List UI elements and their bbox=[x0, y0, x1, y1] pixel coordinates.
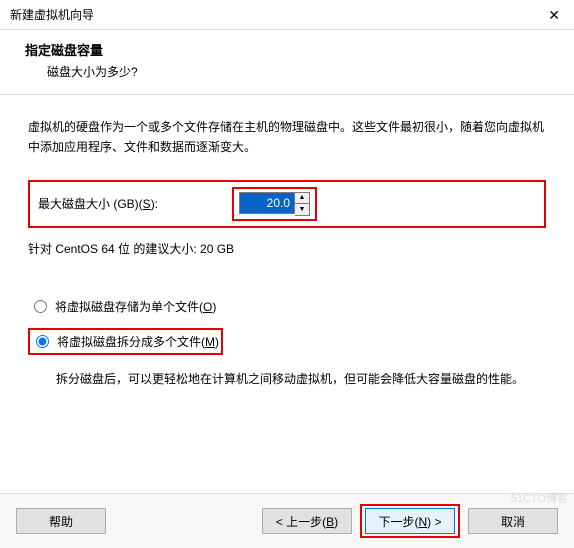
recommended-size: 针对 CentOS 64 位 的建议大小: 20 GB bbox=[28, 240, 546, 257]
radio-single-file[interactable]: 将虚拟磁盘存储为单个文件(O) bbox=[28, 295, 546, 318]
spin-down-icon[interactable]: ▼ bbox=[295, 204, 309, 215]
close-icon[interactable]: ✕ bbox=[544, 8, 564, 22]
spinner-buttons: ▲ ▼ bbox=[295, 192, 310, 216]
radio-single-file-label: 将虚拟磁盘存储为单个文件(O) bbox=[55, 298, 216, 315]
page-subheading: 磁盘大小为多少? bbox=[25, 63, 549, 80]
radio-single-file-input[interactable] bbox=[34, 300, 47, 313]
wizard-content: 虚拟机的硬盘作为一个或多个文件存储在主机的物理磁盘中。这些文件最初很小，随着您向… bbox=[0, 95, 574, 413]
split-files-description: 拆分磁盘后，可以更轻松地在计算机之间移动虚拟机，但可能会降低大容量磁盘的性能。 bbox=[28, 369, 546, 389]
max-disk-size-label: 最大磁盘大小 (GB)(S): bbox=[38, 195, 230, 212]
window-title: 新建虚拟机向导 bbox=[10, 6, 94, 23]
radio-split-files-label: 将虚拟磁盘拆分成多个文件(M) bbox=[57, 333, 219, 350]
spin-up-icon[interactable]: ▲ bbox=[295, 193, 309, 204]
next-button[interactable]: 下一步(N) > bbox=[365, 508, 455, 534]
help-button[interactable]: 帮助 bbox=[16, 508, 106, 534]
wizard-header: 指定磁盘容量 磁盘大小为多少? bbox=[0, 30, 574, 95]
wizard-footer: 帮助 < 上一步(B) 下一步(N) > 取消 bbox=[0, 493, 574, 548]
radio-split-files-input[interactable] bbox=[36, 335, 49, 348]
disk-storage-options: 将虚拟磁盘存储为单个文件(O) 将虚拟磁盘拆分成多个文件(M) 拆分磁盘后，可以… bbox=[28, 295, 546, 389]
max-disk-size-input[interactable] bbox=[239, 192, 295, 214]
max-disk-size-row: 最大磁盘大小 (GB)(S): ▲ ▼ bbox=[28, 180, 546, 228]
back-button[interactable]: < 上一步(B) bbox=[262, 508, 352, 534]
max-disk-size-spinner: ▲ ▼ bbox=[232, 187, 317, 221]
page-heading: 指定磁盘容量 bbox=[25, 40, 549, 59]
radio-split-files[interactable]: 将虚拟磁盘拆分成多个文件(M) bbox=[28, 328, 223, 355]
disk-description: 虚拟机的硬盘作为一个或多个文件存储在主机的物理磁盘中。这些文件最初很小，随着您向… bbox=[28, 117, 546, 158]
titlebar: 新建虚拟机向导 ✕ bbox=[0, 0, 574, 30]
cancel-button[interactable]: 取消 bbox=[468, 508, 558, 534]
